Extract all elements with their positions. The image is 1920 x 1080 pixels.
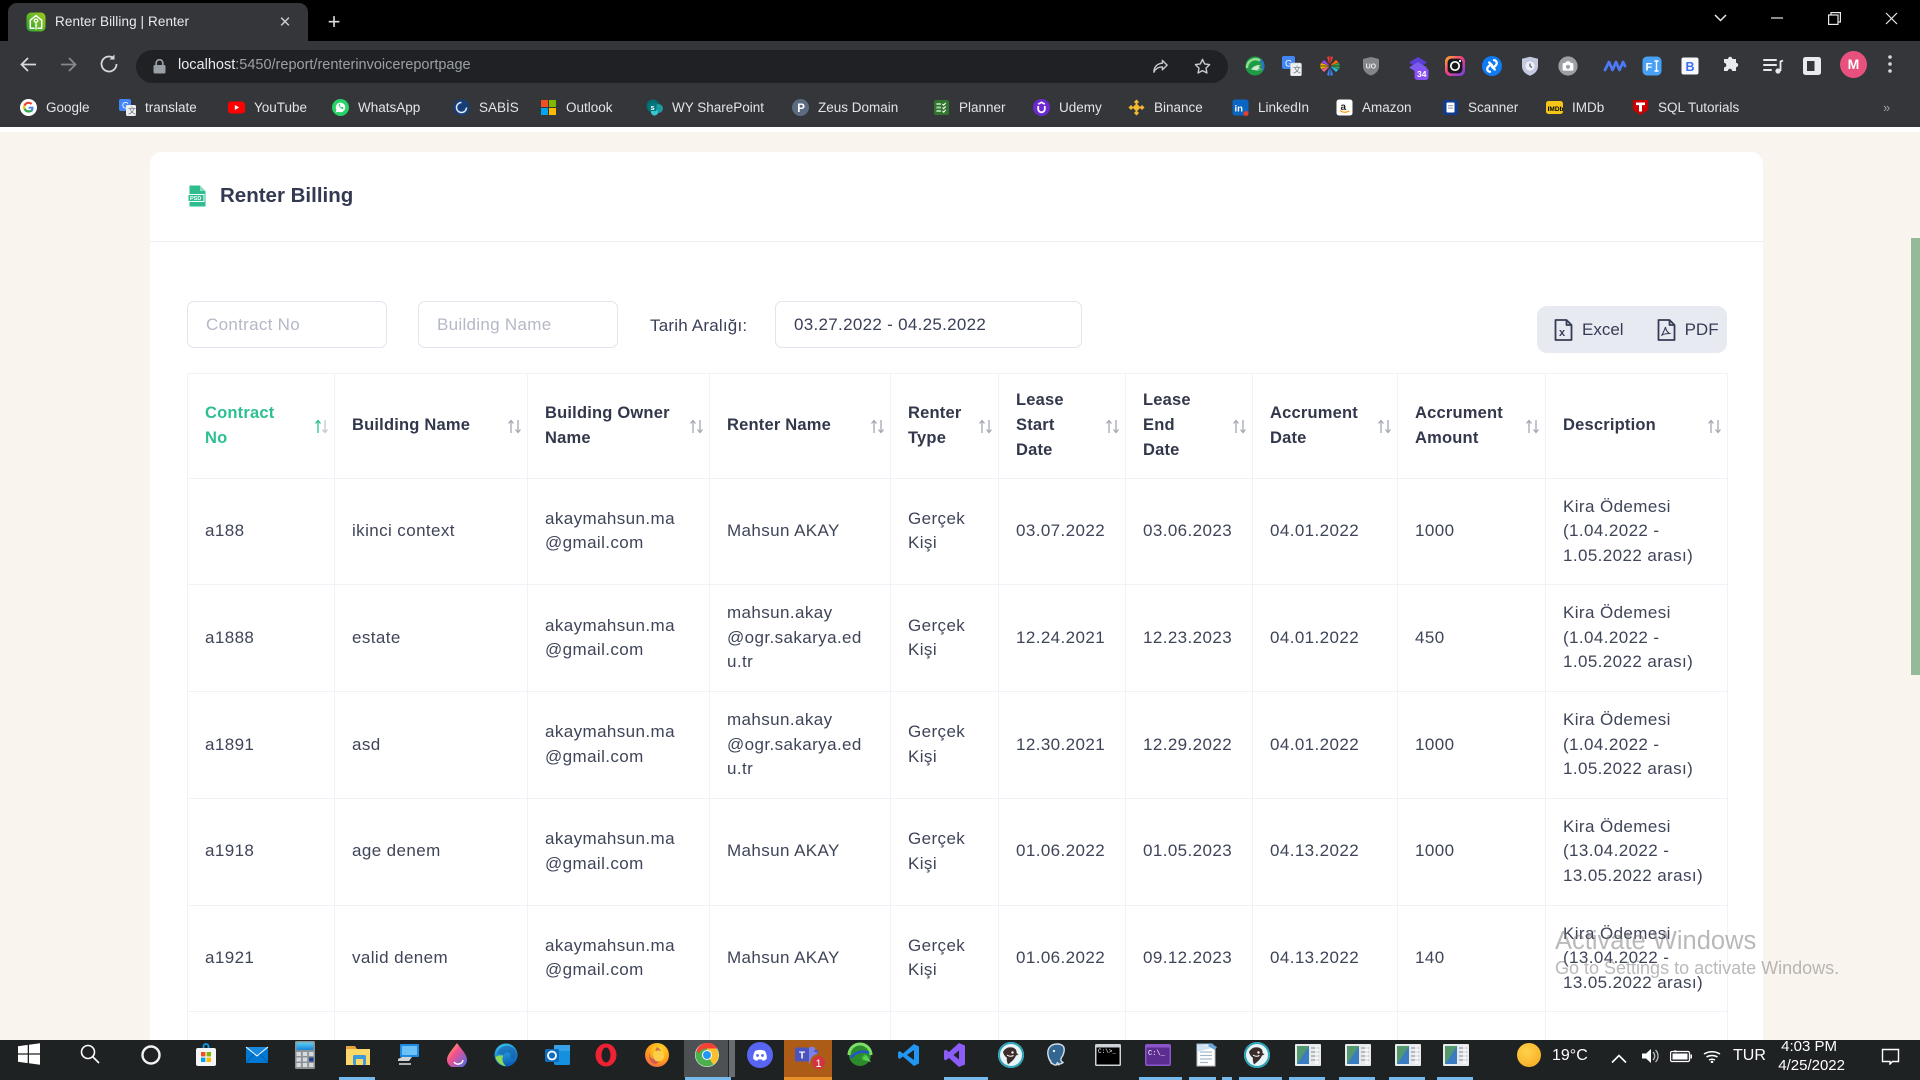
svg-text:34: 34 <box>1417 69 1427 79</box>
svg-text:s: s <box>651 103 655 112</box>
svg-text:T: T <box>799 1051 805 1062</box>
svg-text:P: P <box>797 103 805 115</box>
svg-text:F: F <box>1646 62 1653 74</box>
svg-text:in: in <box>1235 104 1244 115</box>
svg-text:C:\_: C:\_ <box>1148 1050 1166 1058</box>
svg-text:C:\>_: C:\>_ <box>1098 1048 1116 1055</box>
svg-text:x: x <box>1559 327 1566 339</box>
svg-text:文: 文 <box>1293 65 1301 75</box>
svg-text:文: 文 <box>128 106 136 116</box>
svg-text:B: B <box>1686 60 1695 74</box>
svg-text:PSD: PSD <box>190 196 201 202</box>
svg-text:UO: UO <box>1366 64 1377 71</box>
svg-text:IMDb: IMDb <box>1548 106 1563 113</box>
